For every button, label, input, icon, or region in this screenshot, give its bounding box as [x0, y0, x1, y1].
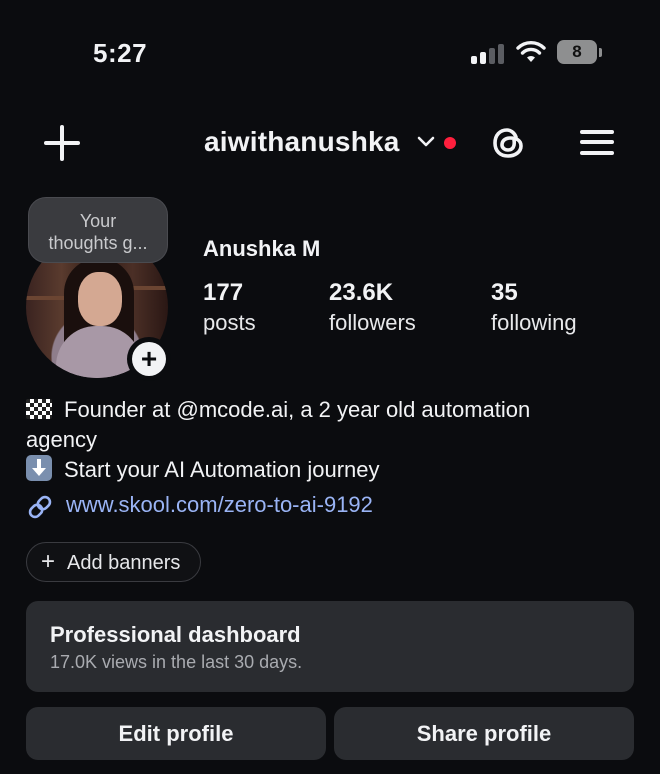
stat-label: followers: [329, 310, 416, 335]
bio: Founder at @mcode.ai, a 2 year old autom…: [26, 395, 636, 485]
hamburger-menu-icon[interactable]: [580, 128, 614, 156]
plus-icon: +: [41, 548, 56, 575]
bio-line-1: Founder at @mcode.ai, a 2 year old autom…: [26, 395, 636, 425]
dashboard-title: Professional dashboard: [50, 622, 301, 647]
battery-icon: 8: [557, 40, 597, 64]
bio-link-text[interactable]: www.skool.com/zero-to-ai-9192: [66, 490, 373, 520]
add-story-button[interactable]: +: [127, 337, 171, 381]
stat-posts[interactable]: 177 posts: [203, 278, 256, 338]
note-line-1: Your: [79, 211, 117, 231]
stat-value: 23.6K: [329, 279, 394, 306]
edit-profile-button[interactable]: Edit profile: [26, 707, 326, 760]
bio-text-3: Start your AI Automation journey: [64, 457, 380, 482]
share-profile-button[interactable]: Share profile: [334, 707, 634, 760]
stat-label: posts: [203, 310, 256, 335]
stat-followers[interactable]: 23.6K followers: [329, 278, 416, 338]
stat-value: 35: [491, 279, 518, 306]
bio-line-3: Start your AI Automation journey: [26, 455, 636, 485]
note-line-2: thoughts g...: [48, 233, 148, 253]
username-switcher[interactable]: aiwithanushka: [204, 126, 400, 158]
threads-icon[interactable]: [490, 124, 526, 162]
add-banners-label: Add banners: [67, 552, 181, 574]
dashboard-subtitle: 17.0K views in the last 30 days.: [50, 652, 303, 672]
checkered-flag-icon: [26, 399, 52, 419]
stat-label: following: [491, 310, 577, 335]
battery-level: 8: [572, 42, 582, 61]
note-bubble[interactable]: Your thoughts g...: [28, 197, 168, 263]
chevron-down-icon[interactable]: [417, 135, 435, 149]
wifi-icon: [516, 41, 546, 62]
link-icon: [28, 495, 52, 519]
battery-nub: [599, 48, 602, 57]
down-arrow-icon: [26, 455, 52, 481]
display-name: Anushka M: [203, 236, 321, 261]
notification-dot: [444, 137, 456, 149]
plus-icon: +: [132, 342, 166, 376]
professional-dashboard-card[interactable]: Professional dashboard 17.0K views in th…: [26, 601, 634, 692]
stat-value: 177: [203, 279, 244, 306]
cellular-signal-icon: [471, 44, 505, 64]
bio-text-1: Founder at @mcode.ai, a 2 year old autom…: [64, 397, 531, 422]
status-bar: 5:27 8: [0, 0, 660, 100]
bio-line-2: agency: [26, 427, 97, 452]
status-time: 5:27: [93, 38, 148, 68]
profile-header: aiwithanushka: [0, 110, 660, 180]
create-plus-icon[interactable]: [44, 125, 80, 161]
stat-following[interactable]: 35 following: [491, 278, 577, 338]
add-banners-button[interactable]: + Add banners: [26, 542, 201, 582]
